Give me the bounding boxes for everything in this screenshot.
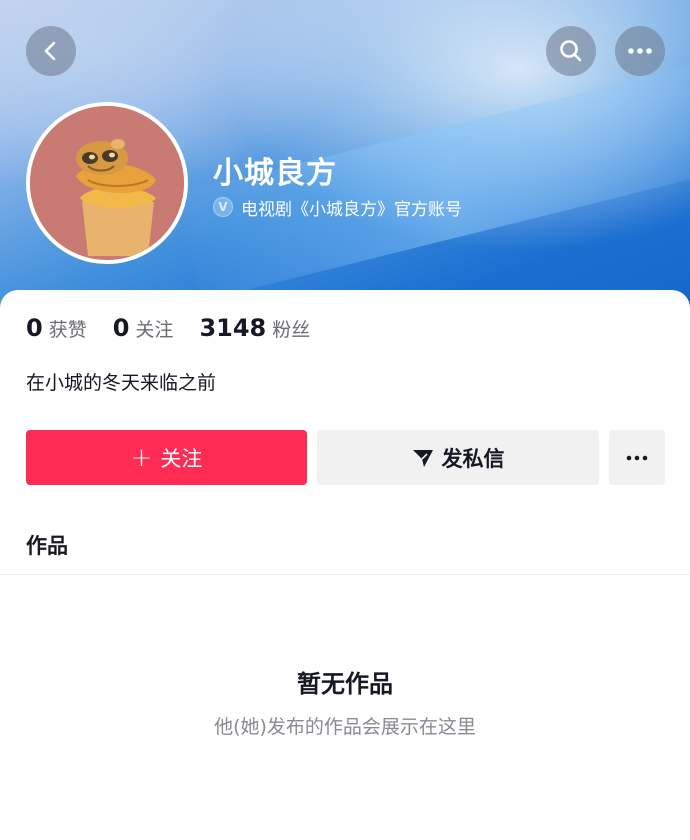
search-icon xyxy=(560,40,582,62)
verification-row: V 电视剧《小城良方》官方账号 xyxy=(213,195,462,220)
stat-value: 0 xyxy=(112,314,130,342)
paper-plane-icon xyxy=(412,449,433,467)
plus-icon: + xyxy=(130,442,153,473)
follow-button-label: 关注 xyxy=(160,446,203,471)
verification-text: 电视剧《小城良方》官方账号 xyxy=(241,199,462,220)
search-button[interactable] xyxy=(546,26,596,76)
avatar[interactable] xyxy=(26,102,188,264)
empty-state-subtitle: 他(她)发布的作品会展示在这里 xyxy=(214,716,476,738)
stat-label: 粉丝 xyxy=(272,319,311,341)
more-horizontal-icon xyxy=(626,455,648,460)
send-message-label: 发私信 xyxy=(441,446,505,471)
send-message-button[interactable]: 发私信 xyxy=(317,430,599,485)
more-actions-button[interactable] xyxy=(609,430,665,485)
profile-name: 小城良方 xyxy=(213,156,337,191)
stat-likes[interactable]: 0 获赞 xyxy=(26,314,87,342)
stat-followers[interactable]: 3148 粉丝 xyxy=(199,314,310,342)
stat-following[interactable]: 0 关注 xyxy=(113,314,174,342)
more-options-button[interactable] xyxy=(615,26,665,76)
stat-value: 0 xyxy=(26,314,43,342)
profile-stats: 0 获赞 0 关注 3148 粉丝 xyxy=(26,314,336,342)
empty-state-title: 暂无作品 xyxy=(297,670,393,698)
chevron-left-icon xyxy=(44,41,56,61)
stat-label: 关注 xyxy=(135,319,174,341)
avatar-illustration xyxy=(30,106,184,260)
more-horizontal-icon xyxy=(628,48,652,54)
stat-value: 3148 xyxy=(199,314,267,342)
back-button[interactable] xyxy=(26,26,76,76)
profile-bio: 在小城的冬天来临之前 xyxy=(26,372,217,394)
tab-divider xyxy=(0,574,690,575)
follow-button[interactable]: + 关注 xyxy=(26,430,307,485)
tab-works[interactable]: 作品 xyxy=(26,530,68,560)
verified-badge-icon: V xyxy=(213,197,233,217)
stat-label: 获赞 xyxy=(48,319,87,341)
